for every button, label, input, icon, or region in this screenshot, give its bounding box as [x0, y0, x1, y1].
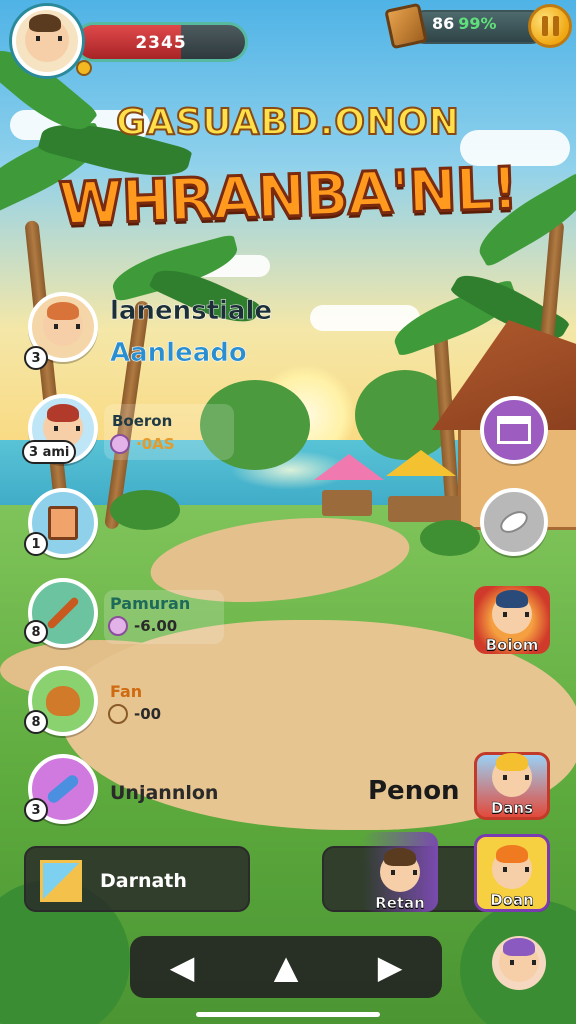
character-label: Dans — [490, 799, 534, 818]
quest-subtitle: Aanleado — [110, 338, 247, 369]
brush-icon — [45, 772, 81, 806]
orange-hair-face-icon — [492, 845, 532, 889]
nav-right-button[interactable]: ▶ — [360, 942, 420, 992]
home-indicator[interactable] — [196, 1012, 380, 1017]
character-label: Retan — [375, 894, 425, 913]
quest-title: lanenstiale — [110, 296, 273, 327]
quest-count: 3 ami — [22, 440, 77, 464]
character-retan-button[interactable]: Retan — [362, 832, 438, 912]
villager-face-icon — [492, 590, 532, 634]
blonde-face-icon — [492, 753, 532, 797]
notebook-icon — [48, 506, 78, 540]
character-dans-button[interactable]: Dans — [474, 752, 550, 820]
player-status: 2345 — [12, 6, 248, 76]
arrow-icon — [46, 596, 80, 630]
resource-percent: 99% — [458, 14, 497, 33]
quest-value: -6.00 — [108, 616, 177, 636]
navigation-bar: ◀ ▲ ▶ — [130, 936, 442, 998]
coin-badge-icon — [76, 60, 92, 76]
pause-button[interactable] — [528, 4, 572, 48]
gem-icon — [110, 434, 130, 454]
quest-count: 8 — [24, 620, 48, 644]
action-label: Darnath — [100, 870, 187, 892]
quest-title: Pamuran — [110, 594, 191, 613]
quest-count: 3 — [24, 798, 48, 822]
player-avatar[interactable] — [12, 6, 82, 76]
nav-up-button[interactable]: ▲ — [256, 942, 316, 992]
helper-avatar[interactable] — [492, 936, 546, 990]
player-score: 2345 — [135, 33, 187, 53]
resource-counter: 86 99% — [384, 2, 572, 50]
quest-title: Fan — [110, 682, 143, 701]
character-doan-button[interactable]: Doan — [474, 834, 550, 912]
quest-count: 1 — [24, 532, 48, 556]
quest-value: ·0AS — [110, 434, 175, 454]
map-icon — [40, 860, 82, 902]
quest-title: Boeron — [112, 412, 173, 430]
chicken-leg-icon — [496, 506, 532, 538]
purple-hair-face-icon — [499, 938, 539, 982]
quest-title: Unjannlon — [110, 782, 219, 804]
bush — [420, 520, 480, 556]
food-button[interactable] — [480, 488, 548, 556]
picnic-table — [388, 496, 460, 522]
villager-button[interactable]: Boiom — [474, 586, 550, 654]
quest-count: 3 — [24, 346, 48, 370]
bush — [110, 490, 180, 530]
coin-icon — [108, 704, 128, 724]
cowboy-face-icon — [43, 302, 83, 346]
villager-label: Boiom — [485, 636, 539, 655]
picnic-table — [322, 490, 372, 516]
boy-face-icon — [380, 848, 420, 892]
resource-count: 86 — [432, 14, 455, 33]
nav-left-button[interactable]: ◀ — [152, 942, 212, 992]
health-bar: 2345 — [74, 22, 248, 62]
action-panel[interactable]: Darnath — [24, 846, 250, 912]
quest-value: -00 — [108, 704, 161, 724]
building-icon — [497, 416, 531, 444]
building-button[interactable] — [480, 396, 548, 464]
character-label: Doan — [490, 891, 534, 910]
quest-count: 8 — [24, 710, 48, 734]
gem-icon — [108, 616, 128, 636]
player-face-icon — [25, 14, 69, 62]
resource-text: 86 99% — [432, 14, 497, 33]
right-label: Penon — [368, 776, 460, 806]
game-subtitle: GASUABD.ONON — [115, 101, 460, 144]
bread-icon — [46, 686, 80, 716]
